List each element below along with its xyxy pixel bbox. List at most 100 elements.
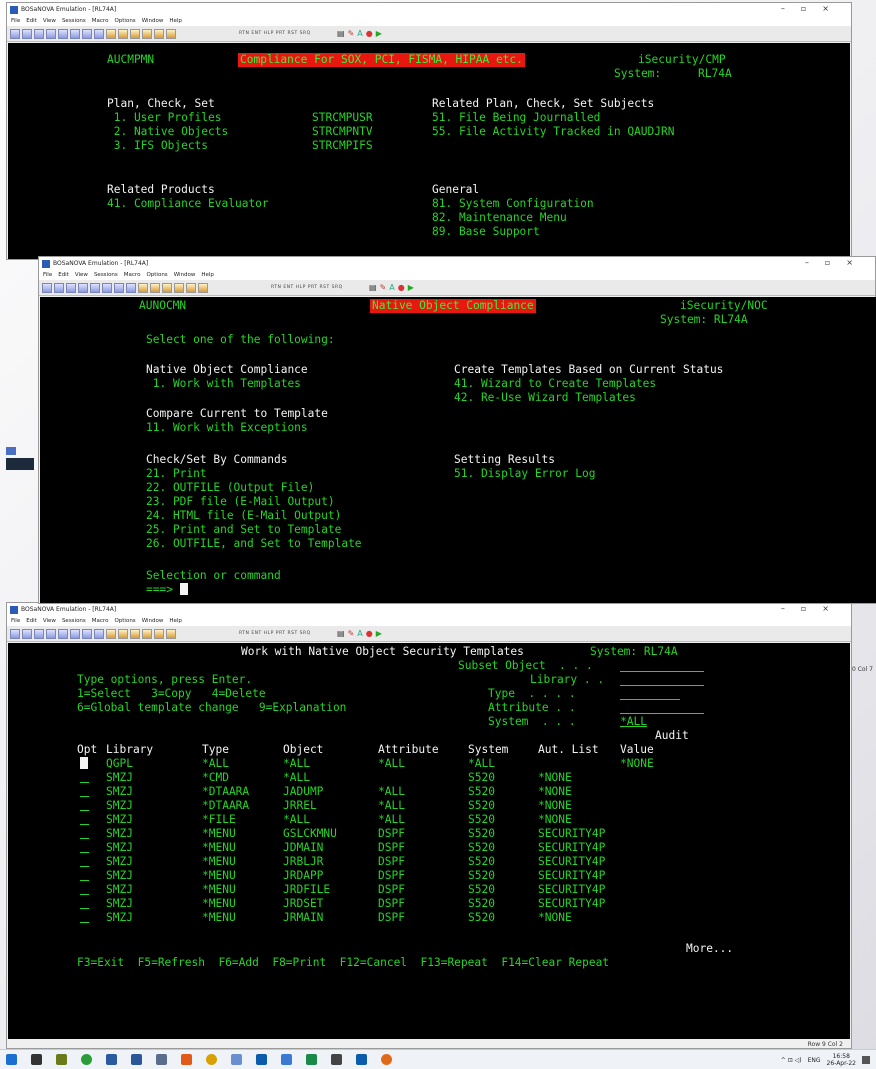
toolbar-button[interactable] — [42, 282, 52, 293]
menu-window[interactable]: Window — [174, 272, 196, 278]
app-icon-1[interactable] — [56, 1054, 67, 1065]
terminal-screen[interactable]: Work with Native Object Security Templat… — [8, 643, 850, 1039]
option-outfile[interactable]: 22. OUTFILE (Output File) — [146, 481, 314, 495]
option-work-with-exceptions[interactable]: 11. Work with Exceptions — [146, 421, 308, 435]
toolbar-button[interactable] — [118, 628, 128, 639]
task-view-icon[interactable] — [31, 1054, 42, 1065]
opt-input[interactable] — [80, 880, 89, 881]
toolbar-button[interactable] — [94, 628, 104, 639]
menu-view[interactable]: View — [43, 18, 56, 24]
toolbar-button[interactable] — [198, 282, 208, 293]
toolbar-button[interactable] — [106, 628, 116, 639]
opt-input[interactable] — [80, 866, 89, 867]
toolbar-button[interactable] — [154, 28, 164, 39]
menu-macro[interactable]: Macro — [124, 272, 141, 278]
aid-keys[interactable]: RTN ENT HLP PRT RST SRQ — [239, 631, 311, 636]
option-html-file[interactable]: 24. HTML file (E-Mail Output) — [146, 509, 341, 523]
app-icon-10[interactable] — [356, 1054, 367, 1065]
menu-help[interactable]: Help — [169, 18, 182, 24]
opt-input[interactable] — [80, 908, 89, 909]
command-line[interactable]: ===> — [146, 583, 188, 597]
word-icon[interactable] — [131, 1054, 142, 1065]
aid-keys[interactable]: RTN ENT HLP PRT RST SRQ — [239, 31, 311, 36]
option-outfile-and-set[interactable]: 26. OUTFILE, and Set to Template — [146, 537, 362, 551]
option-work-with-templates[interactable]: 1. Work with Templates — [146, 377, 301, 391]
toolbar-button[interactable] — [70, 628, 80, 639]
opt-input[interactable] — [80, 922, 89, 923]
toolbar-button[interactable] — [10, 628, 20, 639]
clock[interactable]: 16:58 26-Apr-22 — [827, 1053, 856, 1067]
toolbar-button[interactable] — [150, 282, 160, 293]
toolbar-button[interactable] — [58, 28, 68, 39]
menu-view[interactable]: View — [43, 618, 56, 624]
toolbar-extra-icons[interactable]: ▤ ✎ A ● ▶ — [369, 283, 414, 292]
toolbar-button[interactable] — [102, 282, 112, 293]
toolbar-button[interactable] — [186, 282, 196, 293]
menu-help[interactable]: Help — [201, 272, 214, 278]
windows-start-icon[interactable] — [6, 1054, 17, 1065]
opt-input[interactable] — [80, 810, 89, 811]
menu-file[interactable]: File — [43, 272, 52, 278]
option-file-journalled[interactable]: 51. File Being Journalled — [432, 111, 600, 125]
toolbar-extra-icons[interactable]: ▤ ✎ A ● ▶ — [337, 29, 382, 38]
menu-view[interactable]: View — [75, 272, 88, 278]
toolbar-button[interactable] — [34, 28, 44, 39]
toolbar-button[interactable] — [10, 28, 20, 39]
aid-keys[interactable]: RTN ENT HLP PRT RST SRQ — [271, 285, 343, 290]
opt-input[interactable] — [80, 782, 89, 783]
system-filter-field[interactable]: *ALL — [620, 715, 647, 729]
app-icon-9[interactable] — [331, 1054, 342, 1065]
option-print[interactable]: 21. Print — [146, 467, 207, 481]
chrome-icon[interactable] — [81, 1054, 92, 1065]
menu-sessions[interactable]: Sessions — [94, 272, 118, 278]
menu-window[interactable]: Window — [142, 618, 164, 624]
option-pdf-file[interactable]: 23. PDF file (E-Mail Output) — [146, 495, 335, 509]
app-icon-6[interactable] — [256, 1054, 267, 1065]
toolbar-extra-icons[interactable]: ▤ ✎ A ● ▶ — [337, 629, 382, 638]
toolbar-button[interactable] — [34, 628, 44, 639]
option-system-configuration[interactable]: 81. System Configuration — [432, 197, 594, 211]
toolbar-button[interactable] — [58, 628, 68, 639]
opt-input[interactable] — [80, 838, 89, 839]
menu-window[interactable]: Window — [142, 18, 164, 24]
option-file-activity[interactable]: 55. File Activity Tracked in QAUDJRN — [432, 125, 674, 139]
window-controls[interactable]: –▫× — [805, 258, 869, 267]
window-controls[interactable]: –▫× — [781, 604, 845, 613]
toolbar-button[interactable] — [46, 28, 56, 39]
menu-file[interactable]: File — [11, 18, 20, 24]
toolbar-button[interactable] — [130, 628, 140, 639]
toolbar-button[interactable] — [142, 28, 152, 39]
menu-edit[interactable]: Edit — [58, 272, 69, 278]
option-print-and-set[interactable]: 25. Print and Set to Template — [146, 523, 341, 537]
menu-macro[interactable]: Macro — [92, 618, 109, 624]
library-field[interactable] — [620, 685, 704, 686]
terminal-screen[interactable]: AUCMPMN Compliance For SOX, PCI, FISMA, … — [8, 43, 850, 259]
toolbar-button[interactable] — [138, 282, 148, 293]
menu-file[interactable]: File — [11, 618, 20, 624]
notification-icon[interactable] — [862, 1056, 870, 1064]
menu-help[interactable]: Help — [169, 618, 182, 624]
app-icon-3[interactable] — [156, 1054, 167, 1065]
app-icon-2[interactable] — [106, 1054, 117, 1065]
window-controls[interactable]: –▫× — [781, 4, 845, 13]
opt-input[interactable] — [80, 796, 89, 797]
toolbar-button[interactable] — [82, 628, 92, 639]
terminal-screen[interactable]: AUNOCMN Native Object Compliance iSecuri… — [40, 297, 876, 603]
subset-object-field[interactable] — [620, 671, 704, 672]
attribute-field[interactable] — [620, 713, 704, 714]
menu-edit[interactable]: Edit — [26, 618, 37, 624]
app-icon-7[interactable] — [281, 1054, 292, 1065]
menu-options[interactable]: Options — [114, 18, 135, 24]
app-icon-4[interactable] — [181, 1054, 192, 1065]
toolbar-button[interactable] — [118, 28, 128, 39]
option-wizard-create[interactable]: 41. Wizard to Create Templates — [454, 377, 656, 391]
option-display-error-log[interactable]: 51. Display Error Log — [454, 467, 595, 481]
option-base-support[interactable]: 89. Base Support — [432, 225, 540, 239]
outlook-icon[interactable] — [206, 1054, 217, 1065]
opt-input[interactable] — [80, 824, 89, 825]
app-icon-8[interactable] — [306, 1054, 317, 1065]
menu-edit[interactable]: Edit — [26, 18, 37, 24]
option-compliance-evaluator[interactable]: 41. Compliance Evaluator — [107, 197, 269, 211]
toolbar-button[interactable] — [162, 282, 172, 293]
toolbar-button[interactable] — [82, 28, 92, 39]
